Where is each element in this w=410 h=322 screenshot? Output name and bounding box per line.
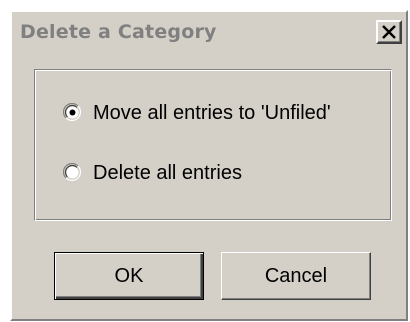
cancel-button[interactable]: Cancel: [221, 252, 371, 300]
delete-category-dialog: Delete a Category Move all entries to 'U…: [10, 10, 408, 321]
option-delete-all[interactable]: Delete all entries: [62, 159, 242, 187]
dialog-title: Delete a Category: [20, 21, 217, 43]
option-move-label: Move all entries to 'Unfiled': [93, 101, 331, 124]
options-group: Move all entries to 'Unfiled' Delete all…: [34, 69, 392, 221]
ok-button[interactable]: OK: [54, 252, 204, 300]
title-bar[interactable]: Delete a Category: [12, 12, 406, 52]
option-delete-label: Delete all entries: [93, 161, 242, 184]
radio-selected-icon[interactable]: [62, 102, 83, 123]
radio-unselected-icon[interactable]: [62, 162, 83, 183]
option-move-to-unfiled[interactable]: Move all entries to 'Unfiled': [62, 99, 331, 127]
close-button[interactable]: [376, 20, 402, 44]
close-icon: [382, 25, 396, 39]
